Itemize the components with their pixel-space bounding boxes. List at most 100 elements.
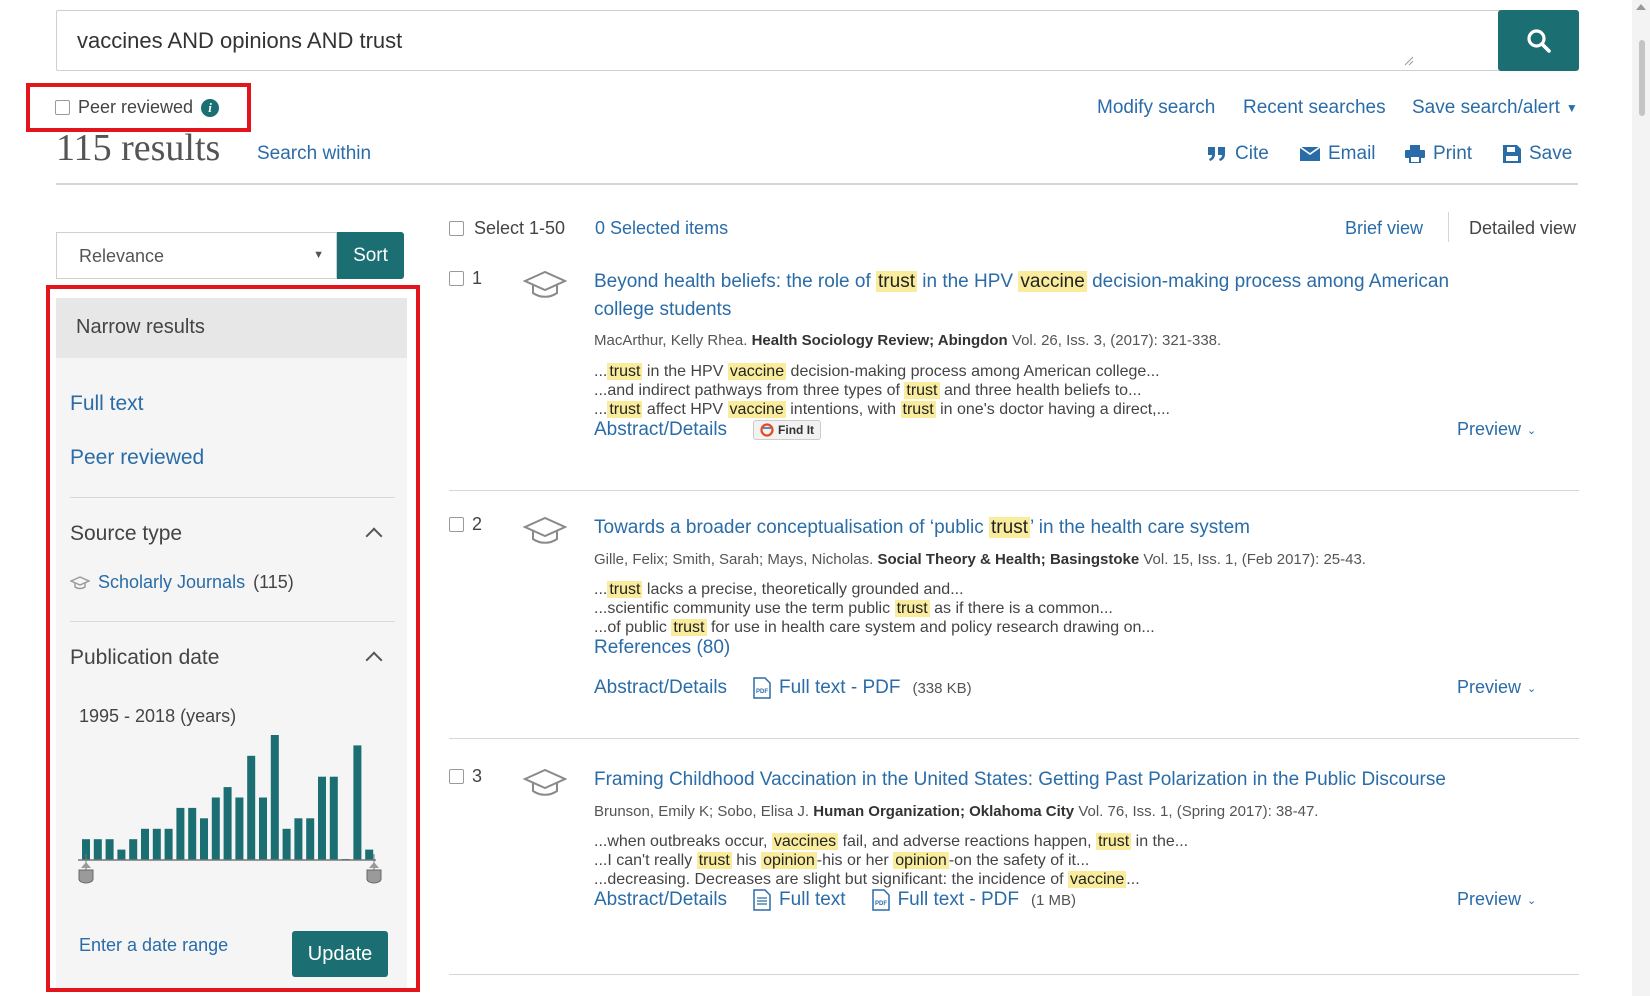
full-text-pdf-link[interactable]: PDF Full text - PDF (338 KB)	[753, 677, 972, 699]
snippet-line: ...of public trust for use in health car…	[594, 619, 1155, 636]
peer-reviewed-checkbox[interactable]	[55, 100, 70, 115]
histogram-bar[interactable]	[188, 807, 197, 860]
histogram-bar[interactable]	[176, 807, 185, 860]
source-type-title[interactable]: Source type	[70, 522, 182, 546]
histogram-bar[interactable]	[329, 776, 338, 860]
full-text-link[interactable]: Full text	[753, 889, 846, 911]
panel-divider	[70, 497, 395, 498]
caret-down-icon: ▼	[1565, 101, 1578, 115]
preview-toggle[interactable]: Preview ⌄	[1457, 677, 1536, 698]
floppy-disk-icon	[1503, 145, 1521, 163]
histogram-bar[interactable]	[117, 849, 126, 860]
histogram-bar[interactable]	[129, 839, 138, 860]
info-icon[interactable]: i	[201, 98, 220, 117]
sort-select[interactable]: Relevance ▼	[56, 232, 337, 279]
histogram-bar[interactable]	[223, 787, 232, 860]
preview-toggle[interactable]: Preview ⌄	[1457, 419, 1536, 440]
histogram-bar[interactable]	[365, 849, 374, 860]
title-text: Towards a broader conceptualisation of ‘…	[594, 517, 990, 538]
slider-handle-left[interactable]	[78, 854, 94, 884]
histogram-bar[interactable]	[353, 745, 362, 860]
results-count: 115 results	[56, 127, 221, 169]
histogram-bar[interactable]	[294, 818, 303, 860]
facet-peer-reviewed-link[interactable]: Peer reviewed	[70, 446, 204, 470]
result-snippets: ... trust lacks a precise, theoretically …	[594, 580, 1155, 637]
email-button[interactable]: Email	[1300, 143, 1376, 165]
abstract-details-link[interactable]: Abstract/Details	[594, 419, 727, 441]
peer-reviewed-filter[interactable]: Peer reviewed i	[55, 97, 220, 118]
result-checkbox[interactable]	[449, 271, 464, 286]
abstract-details-link[interactable]: Abstract/Details	[594, 889, 727, 911]
recent-searches-link[interactable]: Recent searches	[1243, 97, 1386, 119]
result-checkbox[interactable]	[449, 769, 464, 784]
detailed-view-label[interactable]: Detailed view	[1469, 218, 1576, 239]
scroll-up-icon[interactable]	[1636, 4, 1646, 10]
histogram-bar[interactable]	[211, 797, 220, 861]
find-it-button[interactable]: Find It	[753, 420, 822, 440]
sort-button[interactable]: Sort	[337, 232, 404, 279]
search-icon	[1526, 28, 1551, 53]
histogram-bar[interactable]	[141, 828, 149, 861]
snippet-line: ... trust lacks a precise, theoretically …	[594, 581, 964, 598]
histogram-bar[interactable]	[282, 828, 291, 861]
histogram-bar[interactable]	[318, 776, 326, 860]
snippet-line: ...when outbreaks occur, vaccines fail, …	[594, 833, 1189, 850]
select-all-checkbox[interactable]	[449, 221, 464, 236]
histogram-bar[interactable]	[259, 797, 267, 861]
result-journal: Social Theory & Health; Basingstoke	[877, 551, 1140, 568]
title-highlight: trust	[989, 517, 1030, 538]
envelope-icon	[1300, 147, 1320, 161]
chevron-down-icon: ⌄	[1527, 424, 1537, 437]
result-title-link[interactable]: Framing Childhood Vaccination in the Uni…	[594, 766, 1514, 794]
chevron-down-icon: ⌄	[1527, 682, 1537, 695]
save-search-alert-dropdown[interactable]: Save search/alert ▼	[1412, 97, 1578, 119]
preview-toggle[interactable]: Preview ⌄	[1457, 889, 1536, 910]
select-range[interactable]: Select 1-50	[449, 218, 565, 239]
histogram-bar[interactable]	[270, 735, 279, 860]
brief-view-link[interactable]: Brief view	[1345, 218, 1423, 239]
publication-date-histogram[interactable]	[76, 730, 386, 900]
histogram-bar[interactable]	[105, 839, 114, 860]
histogram-bar[interactable]	[200, 818, 208, 860]
result-authors: Gille, Felix; Smith, Sarah; Mays, Nichol…	[594, 551, 874, 568]
result-item: 3 Framing Childhood Vaccination in the U…	[449, 766, 1579, 976]
snippet-line: ...scientific community use the term pub…	[594, 600, 1113, 617]
facet-full-text-link[interactable]: Full text	[70, 392, 144, 416]
preview-label: Preview	[1457, 419, 1522, 439]
caret-down-icon: ▼	[313, 249, 324, 261]
snippet-line: ...I can't really trust his opinion -his …	[594, 852, 1090, 869]
full-text-pdf-link[interactable]: PDF Full text - PDF (1 MB)	[871, 889, 1076, 911]
result-divider	[449, 738, 1579, 739]
histogram-bar[interactable]	[247, 755, 256, 860]
enter-date-range-link[interactable]: Enter a date range	[79, 935, 228, 956]
abstract-details-link[interactable]: Abstract/Details	[594, 677, 727, 699]
result-checkbox[interactable]	[449, 517, 464, 532]
update-button[interactable]: Update	[292, 931, 388, 977]
histogram-bar[interactable]	[306, 818, 315, 860]
chevron-down-icon: ⌄	[1527, 894, 1537, 907]
histogram-bar[interactable]	[152, 828, 161, 861]
search-input[interactable]	[77, 25, 1437, 57]
modify-search-link[interactable]: Modify search	[1097, 97, 1215, 119]
snippet-line: ...and indirect pathways from three type…	[594, 382, 1142, 399]
search-within-link[interactable]: Search within	[257, 143, 371, 165]
print-button[interactable]: Print	[1405, 143, 1472, 165]
resize-grip-icon[interactable]	[1404, 56, 1414, 66]
page-scrollbar[interactable]	[1632, 0, 1650, 996]
histogram-bar[interactable]	[93, 839, 102, 860]
result-title-link[interactable]: Towards a broader conceptualisation of ‘…	[594, 514, 1514, 542]
cite-button[interactable]: Cite	[1207, 143, 1269, 165]
histogram-bar[interactable]	[235, 797, 244, 861]
save-button[interactable]: Save	[1503, 143, 1572, 165]
full-text-label: Full text	[779, 889, 846, 910]
selected-items-link[interactable]: 0 Selected items	[595, 218, 728, 239]
svg-text:PDF: PDF	[875, 901, 887, 907]
publication-date-title[interactable]: Publication date	[70, 646, 219, 670]
pdf-size: (338 KB)	[912, 679, 972, 697]
search-button[interactable]	[1498, 10, 1579, 71]
histogram-bar[interactable]	[164, 828, 173, 861]
references-link[interactable]: References (80)	[594, 637, 730, 659]
result-title-link[interactable]: Beyond health beliefs: the role of trust…	[594, 268, 1514, 324]
scholarly-journals-facet[interactable]: Scholarly Journals (115)	[70, 572, 294, 593]
scroll-thumb[interactable]	[1639, 40, 1645, 116]
